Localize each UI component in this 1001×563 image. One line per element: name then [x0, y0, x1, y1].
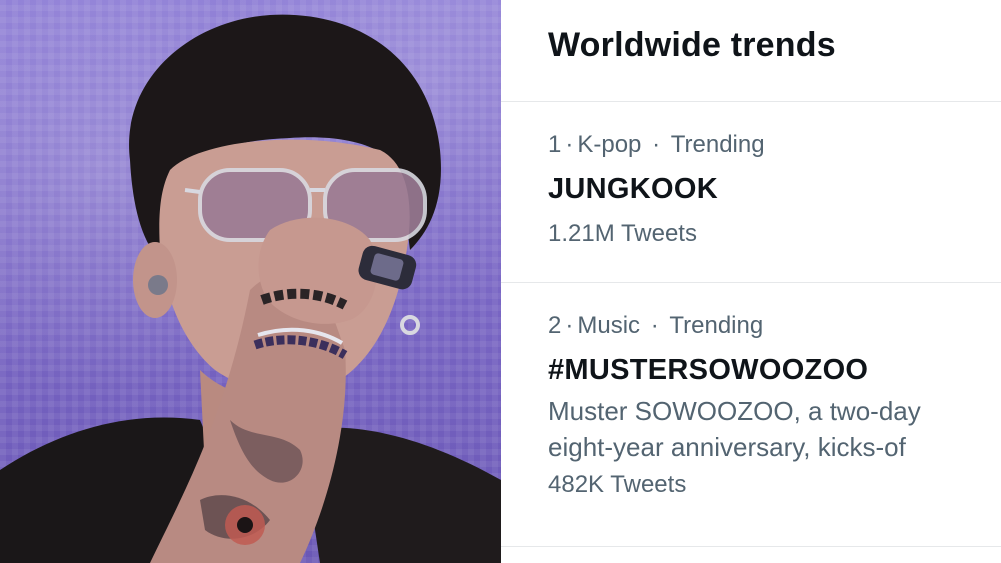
panel-title: Worldwide trends	[548, 26, 836, 64]
trend-rank: 2	[548, 312, 562, 339]
trend-name[interactable]: JUNGKOOK	[548, 172, 1001, 206]
trend-divider	[501, 282, 1001, 283]
trend-status: Trending	[669, 312, 764, 339]
header-divider	[501, 101, 1001, 102]
trend-status: Trending	[670, 131, 765, 158]
trend-description-line: Muster SOWOOZOO, a two-day	[548, 396, 921, 426]
trend-category: K-pop	[577, 131, 642, 158]
trend-tweet-count: 482K Tweets	[548, 471, 687, 498]
trend-category: Music	[577, 312, 641, 339]
trend-meta: 1 · K-pop · Trending	[548, 131, 765, 158]
trend-item[interactable]: 2 · Music · Trending #MUSTERSOWOOZOO Muste…	[548, 310, 1001, 501]
trend-rank: 1	[548, 131, 562, 158]
trend-item[interactable]: 1 · K-pop · Trending JUNGKOOK 1.21M Tweets	[548, 129, 1001, 250]
trend-divider	[501, 546, 1001, 547]
performer-illustration	[0, 14, 501, 563]
trends-panel: Worldwide trends 1 · K-pop · Trending JUNG…	[501, 0, 1001, 563]
trend-meta: 2 · Music · Trending	[548, 312, 764, 339]
trend-description-line: eight-year anniversary, kicks-of	[548, 432, 906, 462]
performer-photo	[0, 0, 501, 563]
trend-tweet-count: 1.21M Tweets	[548, 220, 697, 247]
trend-name[interactable]: #MUSTERSOWOOZOO	[548, 353, 1001, 387]
